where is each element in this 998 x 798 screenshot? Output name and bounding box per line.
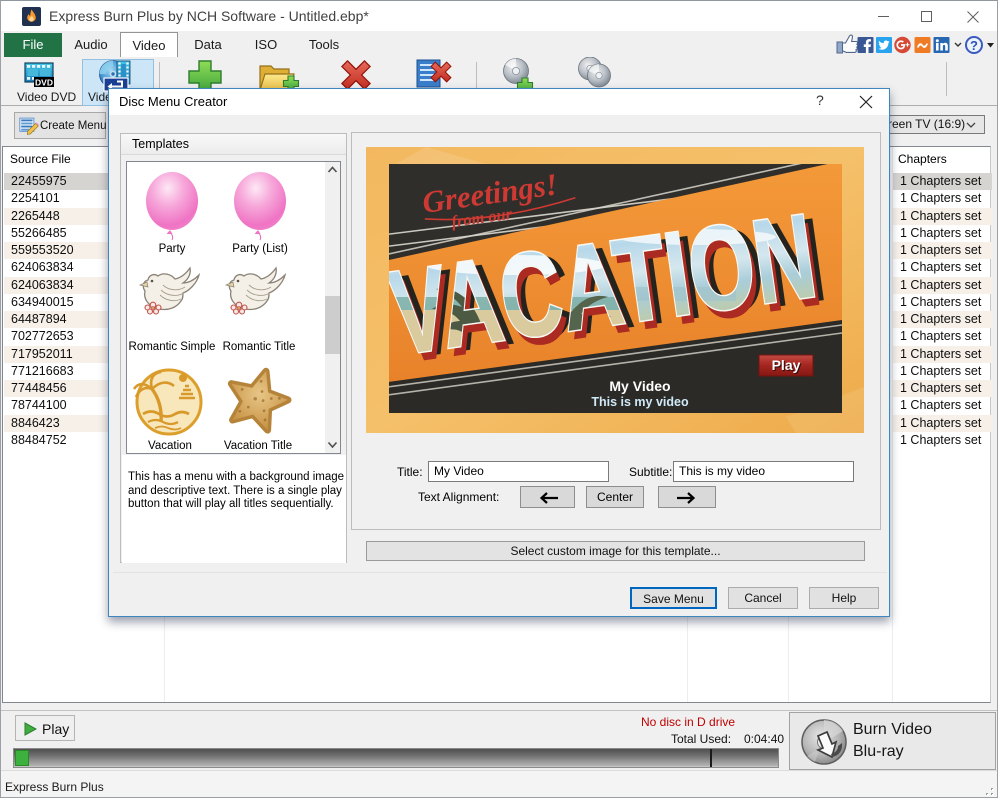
svg-text:Party: Party <box>159 243 186 255</box>
svg-text:Vacation: Vacation <box>148 440 192 452</box>
svg-text:Romantic Simple: Romantic Simple <box>129 341 216 353</box>
svg-text:Romantic Title: Romantic Title <box>223 341 296 353</box>
svg-text:My Video: My Video <box>609 378 670 394</box>
svg-text:Party (List): Party (List) <box>232 243 288 255</box>
svg-text:DVD: DVD <box>35 78 53 88</box>
svg-text:Vacation Title: Vacation Title <box>224 440 292 452</box>
svg-text:This is my video: This is my video <box>591 395 689 409</box>
svg-text:?: ? <box>970 38 978 53</box>
svg-text:Play: Play <box>772 357 801 373</box>
